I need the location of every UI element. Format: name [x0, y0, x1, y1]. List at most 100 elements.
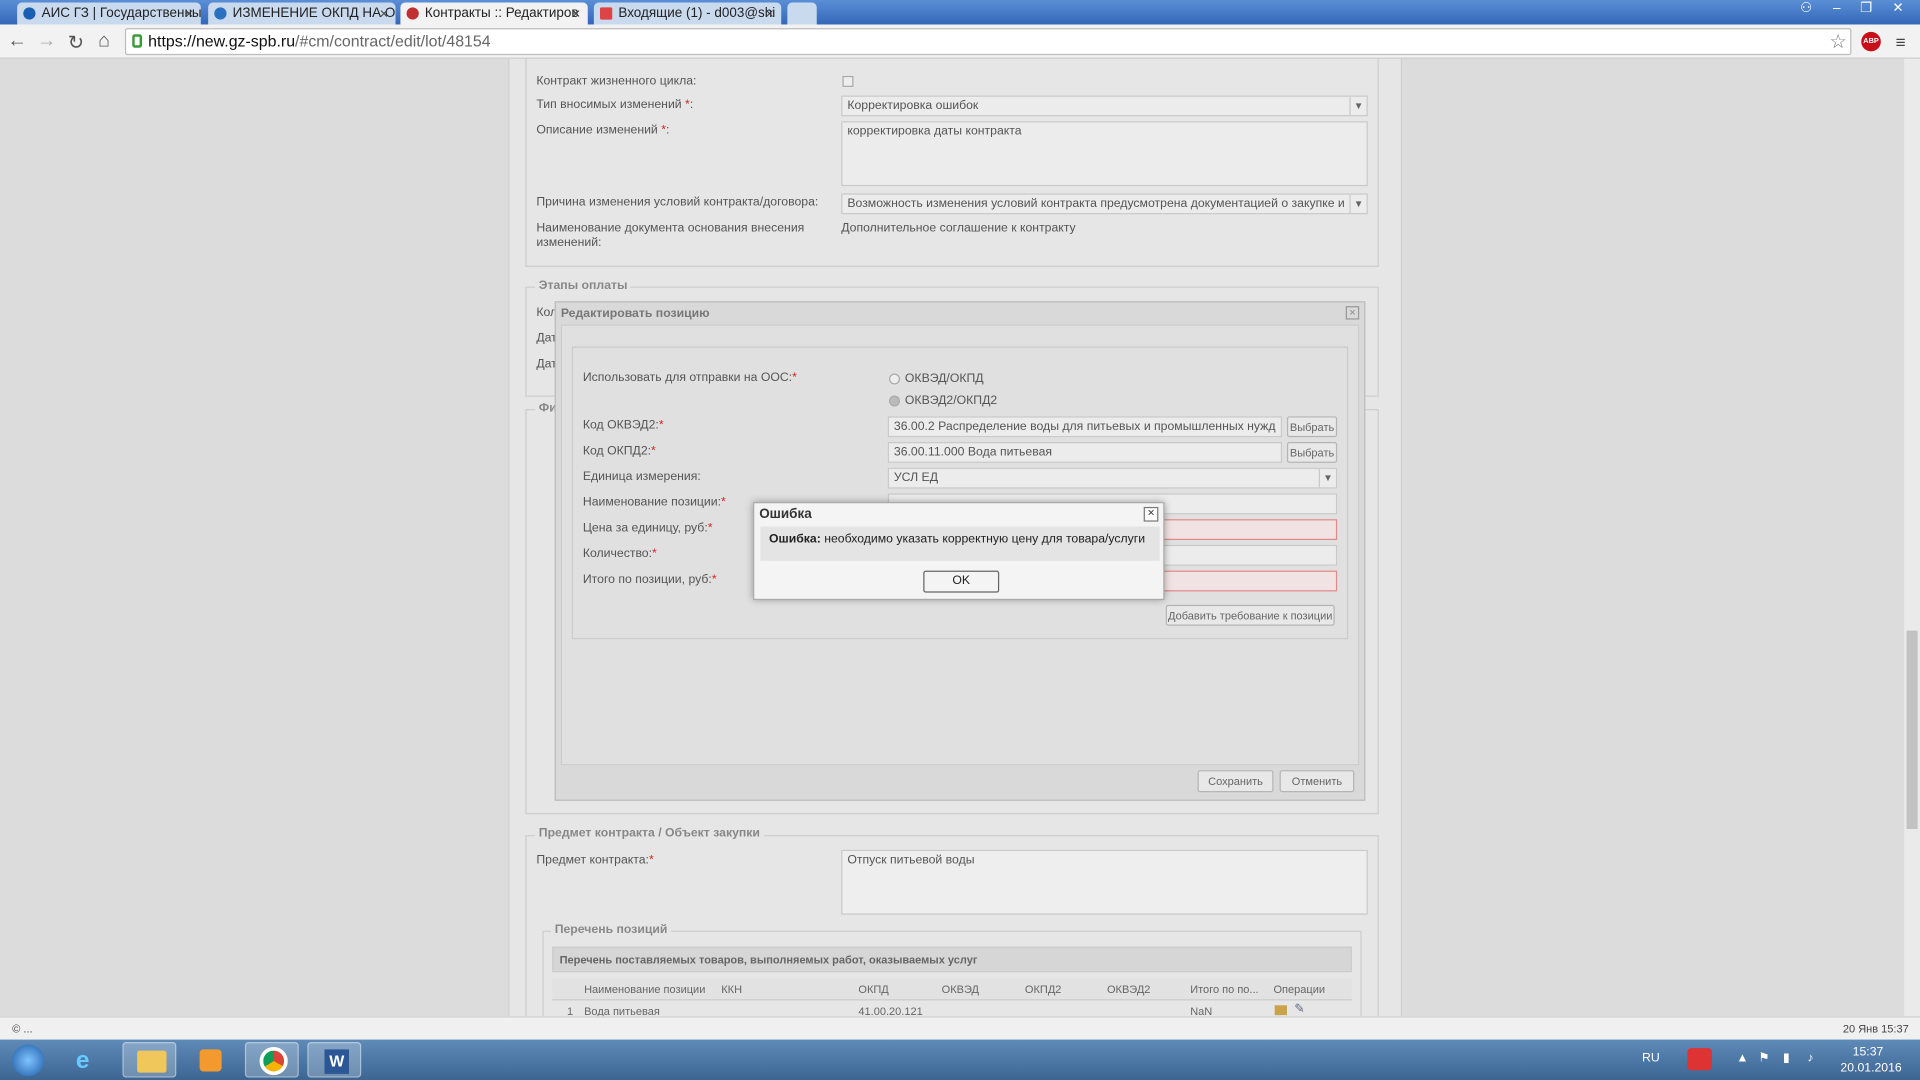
forward-icon[interactable]: →: [36, 31, 58, 53]
positions-table-title: Перечень поставляемых товаров, выполняем…: [552, 946, 1352, 973]
table-row[interactable]: 1 Вода питьевая 41.00.20.121 NaN ✎: [552, 1002, 1352, 1016]
col-header[interactable]: ОКПД: [858, 983, 888, 995]
lock-icon: [132, 34, 143, 48]
security-alert-icon[interactable]: [1687, 1048, 1712, 1071]
col-header[interactable]: Наименование позиции: [584, 983, 705, 995]
page-viewport: Контракт жизненного цикла: Тип вносимых …: [0, 58, 1920, 1017]
network-icon[interactable]: ▮: [1783, 1052, 1790, 1065]
positions-table-header: Наименование позиции ККН ОКПД ОКВЭД ОКПД…: [552, 978, 1352, 1001]
edit-window-title: Редактировать позицию: [560, 307, 710, 321]
add-requirement-button[interactable]: Добавить требование к позиции: [1165, 604, 1335, 626]
choose-okved2-button[interactable]: Выбрать: [1286, 416, 1338, 438]
error-dialog-title: Ошибка: [759, 506, 812, 522]
site-favicon-icon: [23, 7, 36, 20]
home-icon[interactable]: ⌂: [93, 31, 115, 53]
chevron-down-icon: ▼: [1318, 468, 1336, 488]
gmail-icon: [600, 7, 613, 20]
total-label: Итого по позиции, руб:*: [582, 573, 717, 587]
new-tab-button[interactable]: [787, 2, 817, 25]
unit-label: Единица измерения:: [582, 470, 701, 484]
word-icon[interactable]: W: [307, 1042, 362, 1078]
address-bar[interactable]: https://new.gz-spb.ru/#cm/contract/edit/…: [124, 28, 1852, 56]
language-indicator[interactable]: RU: [1642, 1052, 1660, 1065]
windows-logo-icon: [12, 1044, 45, 1077]
change-desc-label: Описание изменений *:: [536, 123, 670, 138]
user-icon[interactable]: ⚇: [1791, 0, 1820, 18]
send-label: Использовать для отправки на ООС:*: [582, 371, 797, 385]
site-favicon-icon: [406, 7, 419, 20]
change-type-label: Тип вносимых изменений *:: [536, 97, 694, 112]
qty-label: Количество:*: [582, 547, 657, 561]
delete-icon[interactable]: [1274, 1005, 1287, 1016]
close-window-icon[interactable]: ✕: [1881, 0, 1915, 18]
lifecycle-checkbox[interactable]: [842, 75, 854, 87]
close-tab-icon[interactable]: ×: [185, 2, 194, 24]
subject-label: Предмет контракта:*: [536, 853, 654, 867]
col-header[interactable]: ОКВЭД: [942, 983, 979, 995]
reason-label: Причина изменения условий контракта/дого…: [536, 195, 819, 210]
close-icon[interactable]: ×: [1345, 306, 1360, 320]
positions-legend: Перечень позиций: [551, 923, 672, 937]
media-player-icon[interactable]: [184, 1042, 238, 1078]
browser-tab-3-active[interactable]: Контракты :: Редактиров ×: [400, 2, 588, 25]
ok-button[interactable]: OK: [923, 570, 1000, 593]
error-dialog: Ошибка × Ошибка: необходимо указать корр…: [753, 502, 1165, 601]
restore-icon[interactable]: ❐: [1851, 0, 1880, 18]
browser-tab-4[interactable]: Входящие (1) - d003@shi ×: [593, 2, 782, 25]
flag-icon[interactable]: ⚑: [1758, 1052, 1769, 1065]
start-button[interactable]: [2, 1042, 51, 1078]
internet-explorer-icon[interactable]: e: [61, 1042, 115, 1078]
clock-date[interactable]: 20.01.2016: [1840, 1062, 1901, 1075]
okpd2-label: Код ОКПД2:*: [582, 444, 656, 458]
unit-select[interactable]: УСЛ ЕД ▼: [887, 467, 1338, 489]
radio-okved[interactable]: [888, 373, 901, 385]
minimize-icon[interactable]: –: [1822, 0, 1851, 18]
browser-tab-2[interactable]: ИЗМЕНЕНИЕ ОКПД НА О ×: [208, 2, 396, 25]
tray-expand-icon[interactable]: ▲: [1736, 1052, 1748, 1065]
radio-okved2-label: ОКВЭД2/ОКПД2: [904, 394, 998, 408]
volume-icon[interactable]: ♪: [1807, 1052, 1813, 1065]
clock-time[interactable]: 15:37: [1853, 1046, 1884, 1059]
menu-icon[interactable]: ≡: [1896, 32, 1906, 52]
close-icon[interactable]: ×: [1143, 506, 1159, 522]
edit-pencil-icon[interactable]: ✎: [1294, 1003, 1304, 1016]
reload-icon[interactable]: ↻: [65, 31, 87, 55]
doc-name-label-2: изменений:: [536, 236, 602, 250]
okved2-label: Код ОКВЭД2:*: [582, 418, 664, 433]
browser-tab-1[interactable]: АИС ГЗ | Государственны ×: [17, 2, 201, 25]
change-type-select[interactable]: Корректировка ошибок ▼: [841, 95, 1368, 117]
doc-name-value: Дополнительное соглашение к контракту: [841, 221, 1076, 236]
col-header[interactable]: Итого по по...: [1190, 983, 1258, 995]
close-tab-icon[interactable]: ×: [572, 2, 581, 24]
okved2-field[interactable]: 36.00.2 Распределение воды для питьевых …: [887, 416, 1283, 438]
subject-textarea[interactable]: Отпуск питьевой воды: [841, 849, 1368, 915]
col-header[interactable]: ОКВЭД2: [1107, 983, 1151, 995]
scrollbar-thumb[interactable]: [1906, 630, 1918, 829]
change-desc-textarea[interactable]: корректировка даты контракта: [841, 121, 1368, 187]
page-scrollbar[interactable]: [1904, 58, 1920, 1017]
chevron-down-icon: ▼: [1349, 194, 1366, 214]
col-header[interactable]: ККН: [721, 983, 742, 995]
cancel-button[interactable]: Отменить: [1279, 770, 1355, 793]
back-icon[interactable]: ←: [6, 31, 28, 53]
site-favicon-icon: [214, 7, 227, 20]
chrome-icon[interactable]: [244, 1042, 299, 1078]
bookmark-star-icon[interactable]: ☆: [1829, 29, 1847, 53]
save-button[interactable]: Сохранить: [1197, 770, 1274, 793]
close-tab-icon[interactable]: ×: [380, 2, 389, 24]
error-message: Ошибка: необходимо указать корректную це…: [760, 526, 1160, 561]
adblock-icon[interactable]: ABP: [1861, 31, 1881, 52]
okpd2-field[interactable]: 36.00.11.000 Вода питьевая: [887, 442, 1283, 463]
col-header[interactable]: ОКПД2: [1025, 983, 1062, 995]
status-bar: © ... 20 Янв 15:37: [0, 1016, 1920, 1040]
choose-okpd2-button[interactable]: Выбрать: [1286, 442, 1338, 463]
reason-select[interactable]: Возможность изменения условий контракта …: [841, 193, 1368, 215]
doc-name-label: Наименование документа основания внесени…: [536, 221, 805, 236]
browser-toolbar: ← → ↻ ⌂ https://new.gz-spb.ru/#cm/contra…: [0, 24, 1920, 59]
col-header[interactable]: Операции: [1273, 983, 1325, 995]
file-explorer-icon[interactable]: [122, 1042, 177, 1078]
name-label: Наименование позиции:*: [582, 495, 726, 510]
close-tab-icon[interactable]: ×: [765, 2, 774, 24]
windows-taskbar: e W RU ▲ ⚑ ▮ ♪ 15:37 20.01.2016: [0, 1039, 1920, 1080]
radio-okved2[interactable]: [888, 395, 901, 407]
